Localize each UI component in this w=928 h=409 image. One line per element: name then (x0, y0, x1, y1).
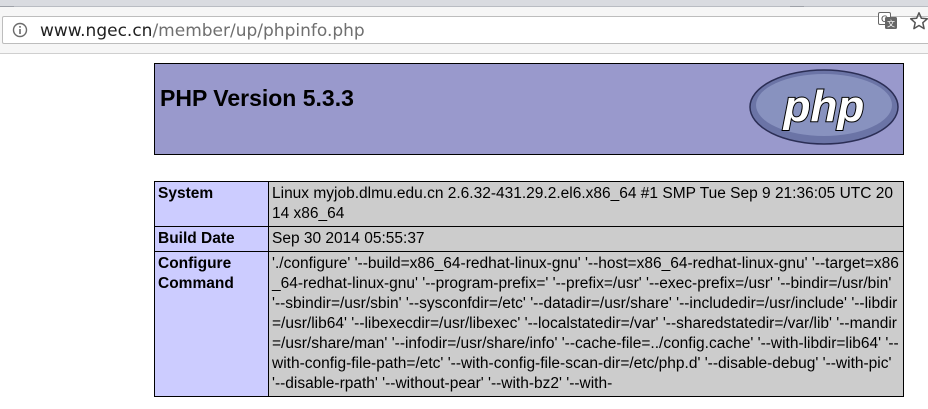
table-row-build-date: Build Date Sep 30 2014 05:55:37 (154, 226, 904, 252)
bookmark-star-icon[interactable] (909, 11, 928, 31)
row-label: Configure Command (154, 251, 269, 397)
php-logo-text: php (783, 82, 865, 131)
translate-icon[interactable]: G 文 (878, 12, 898, 30)
tab-strip (0, 0, 928, 7)
page-viewport: PHP Version 5.3.3 php System Linux myjob… (0, 54, 928, 409)
row-value: Sep 30 2014 05:55:37 (268, 226, 904, 252)
php-logo: php (749, 69, 899, 145)
row-label: System (154, 181, 269, 227)
url-path: /member/up/phpinfo.php (152, 21, 365, 41)
php-info-table: System Linux myjob.dlmu.edu.cn 2.6.32-43… (154, 181, 904, 397)
php-header: PHP Version 5.3.3 php (154, 63, 904, 155)
row-value: './configure' '--build=x86_64-redhat-lin… (268, 251, 904, 397)
tab-edge-left (0, 0, 14, 7)
page-info-icon[interactable] (12, 22, 28, 38)
svg-text:文: 文 (887, 19, 895, 29)
tab-edge-right (790, 0, 804, 7)
row-value: Linux myjob.dlmu.edu.cn 2.6.32-431.29.2.… (268, 181, 904, 227)
url-host: www.ngec.cn (40, 21, 153, 41)
page-title: PHP Version 5.3.3 (160, 85, 354, 111)
browser-toolbar: www.ngec.cn/member/up/phpinfo.php G 文 (0, 7, 928, 54)
table-row-system: System Linux myjob.dlmu.edu.cn 2.6.32-43… (154, 181, 904, 227)
address-bar[interactable]: www.ngec.cn/member/up/phpinfo.php (2, 16, 928, 44)
url-text[interactable]: www.ngec.cn/member/up/phpinfo.php (40, 21, 365, 41)
row-label: Build Date (154, 226, 269, 252)
table-row-configure-command: Configure Command './configure' '--build… (154, 251, 904, 397)
